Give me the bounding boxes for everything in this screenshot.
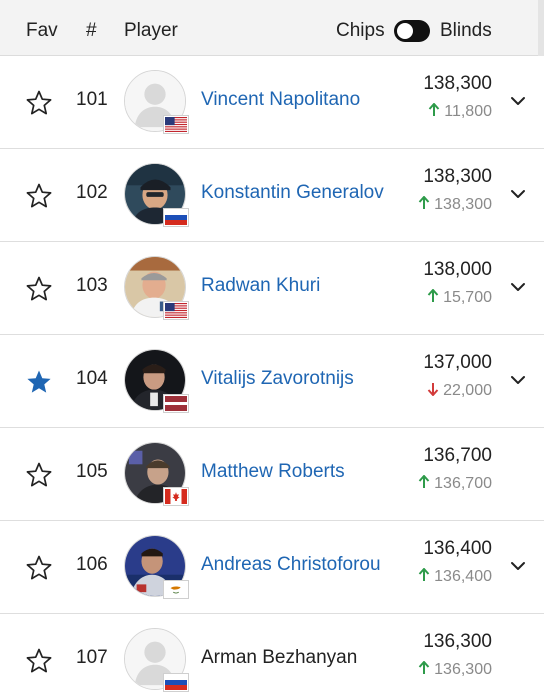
chip-count: 136,700 <box>423 445 492 466</box>
player-column-header: Player <box>124 20 178 41</box>
table-header: Fav # Player Chips Blinds <box>0 0 544 56</box>
chip-change: 138,300 <box>418 195 492 214</box>
chip-count: 138,300 <box>423 166 492 187</box>
blinds-toggle-label[interactable]: Blinds <box>440 20 492 42</box>
chip-count: 138,000 <box>423 259 492 280</box>
chip-change-value: 136,300 <box>434 661 492 678</box>
arrow-up-icon <box>418 660 430 675</box>
arrow-up-icon <box>418 195 430 210</box>
chip-count: 136,300 <box>423 631 492 652</box>
chip-change: 136,700 <box>418 474 492 493</box>
player-row: 105 Matthew Roberts 136,700 136,700 <box>0 428 544 521</box>
rank: 101 <box>76 89 108 110</box>
player-row: 103 Radwan Khuri 138,000 15,700 <box>0 242 544 335</box>
chip-change: 136,300 <box>418 660 492 679</box>
ru-flag-icon <box>164 674 188 691</box>
rank: 104 <box>76 368 108 389</box>
cy-flag-icon <box>164 581 188 598</box>
player-row: 104 Vitalijs Zavorotnijs 137,000 22,000 <box>0 335 544 428</box>
arrow-up-icon <box>428 102 440 117</box>
chip-change-value: 11,800 <box>444 103 492 120</box>
chip-change: 136,400 <box>418 567 492 586</box>
star-icon[interactable] <box>25 461 53 489</box>
rank: 102 <box>76 182 108 203</box>
chip-change: 22,000 <box>427 382 492 400</box>
chips-blinds-toggle[interactable] <box>394 20 430 42</box>
player-name-link[interactable]: Andreas Christoforou <box>201 554 381 576</box>
fav-column-header: Fav <box>26 20 58 41</box>
player-name-link[interactable]: Radwan Khuri <box>201 275 320 297</box>
chip-change-value: 15,700 <box>443 289 492 306</box>
chip-change-value: 136,700 <box>434 475 492 492</box>
player-row: 101 Vincent Napolitano 138,300 11,800 <box>0 56 544 149</box>
star-icon[interactable] <box>25 647 53 675</box>
chevron-down-icon[interactable] <box>510 373 526 385</box>
arrow-up-icon <box>418 474 430 489</box>
player-name-link[interactable]: Vincent Napolitano <box>201 89 360 111</box>
player-row: 102 Konstantin Generalov 138,300 138,300 <box>0 149 544 242</box>
player-row: 107 Arman Bezhanyan 136,300 136,300 <box>0 614 544 700</box>
player-name: Arman Bezhanyan <box>201 647 358 668</box>
player-name-link[interactable]: Vitalijs Zavorotnijs <box>201 368 354 390</box>
chip-change-value: 136,400 <box>434 568 492 585</box>
star-icon[interactable] <box>25 275 53 303</box>
star-icon[interactable] <box>25 554 53 582</box>
ru-flag-icon <box>164 209 188 226</box>
rank: 103 <box>76 275 108 296</box>
rank: 107 <box>76 647 108 668</box>
chevron-down-icon[interactable] <box>510 280 526 292</box>
us-flag-icon <box>164 302 188 319</box>
chip-count: 136,400 <box>423 538 492 559</box>
chip-count: 138,300 <box>423 73 492 94</box>
star-icon[interactable] <box>25 368 53 396</box>
chevron-down-icon[interactable] <box>510 187 526 199</box>
arrow-down-icon <box>427 382 439 397</box>
arrow-up-icon <box>427 288 439 303</box>
ca-flag-icon <box>164 488 188 505</box>
chevron-down-icon[interactable] <box>510 94 526 106</box>
lv-flag-icon <box>164 395 188 412</box>
chevron-down-icon[interactable] <box>510 559 526 571</box>
scrollbar[interactable] <box>538 0 544 56</box>
player-name-link[interactable]: Konstantin Generalov <box>201 182 384 204</box>
us-flag-icon <box>164 116 188 133</box>
arrow-up-icon <box>418 567 430 582</box>
chip-change: 11,800 <box>428 102 492 121</box>
toggle-knob <box>397 23 413 39</box>
chip-count-list: 101 Vincent Napolitano 138,300 11,800 10… <box>0 56 544 700</box>
chip-count: 137,000 <box>423 352 492 373</box>
chip-change: 15,700 <box>427 288 492 307</box>
star-icon[interactable] <box>25 182 53 210</box>
rank: 106 <box>76 554 108 575</box>
chips-toggle-label[interactable]: Chips <box>336 20 385 42</box>
player-name-link[interactable]: Matthew Roberts <box>201 461 345 483</box>
player-row: 106 Andreas Christoforou 136,400 136,400 <box>0 521 544 614</box>
chip-change-value: 22,000 <box>443 382 492 399</box>
rank-column-header: # <box>86 20 97 41</box>
chip-change-value: 138,300 <box>434 196 492 213</box>
star-icon[interactable] <box>25 89 53 117</box>
rank: 105 <box>76 461 108 482</box>
